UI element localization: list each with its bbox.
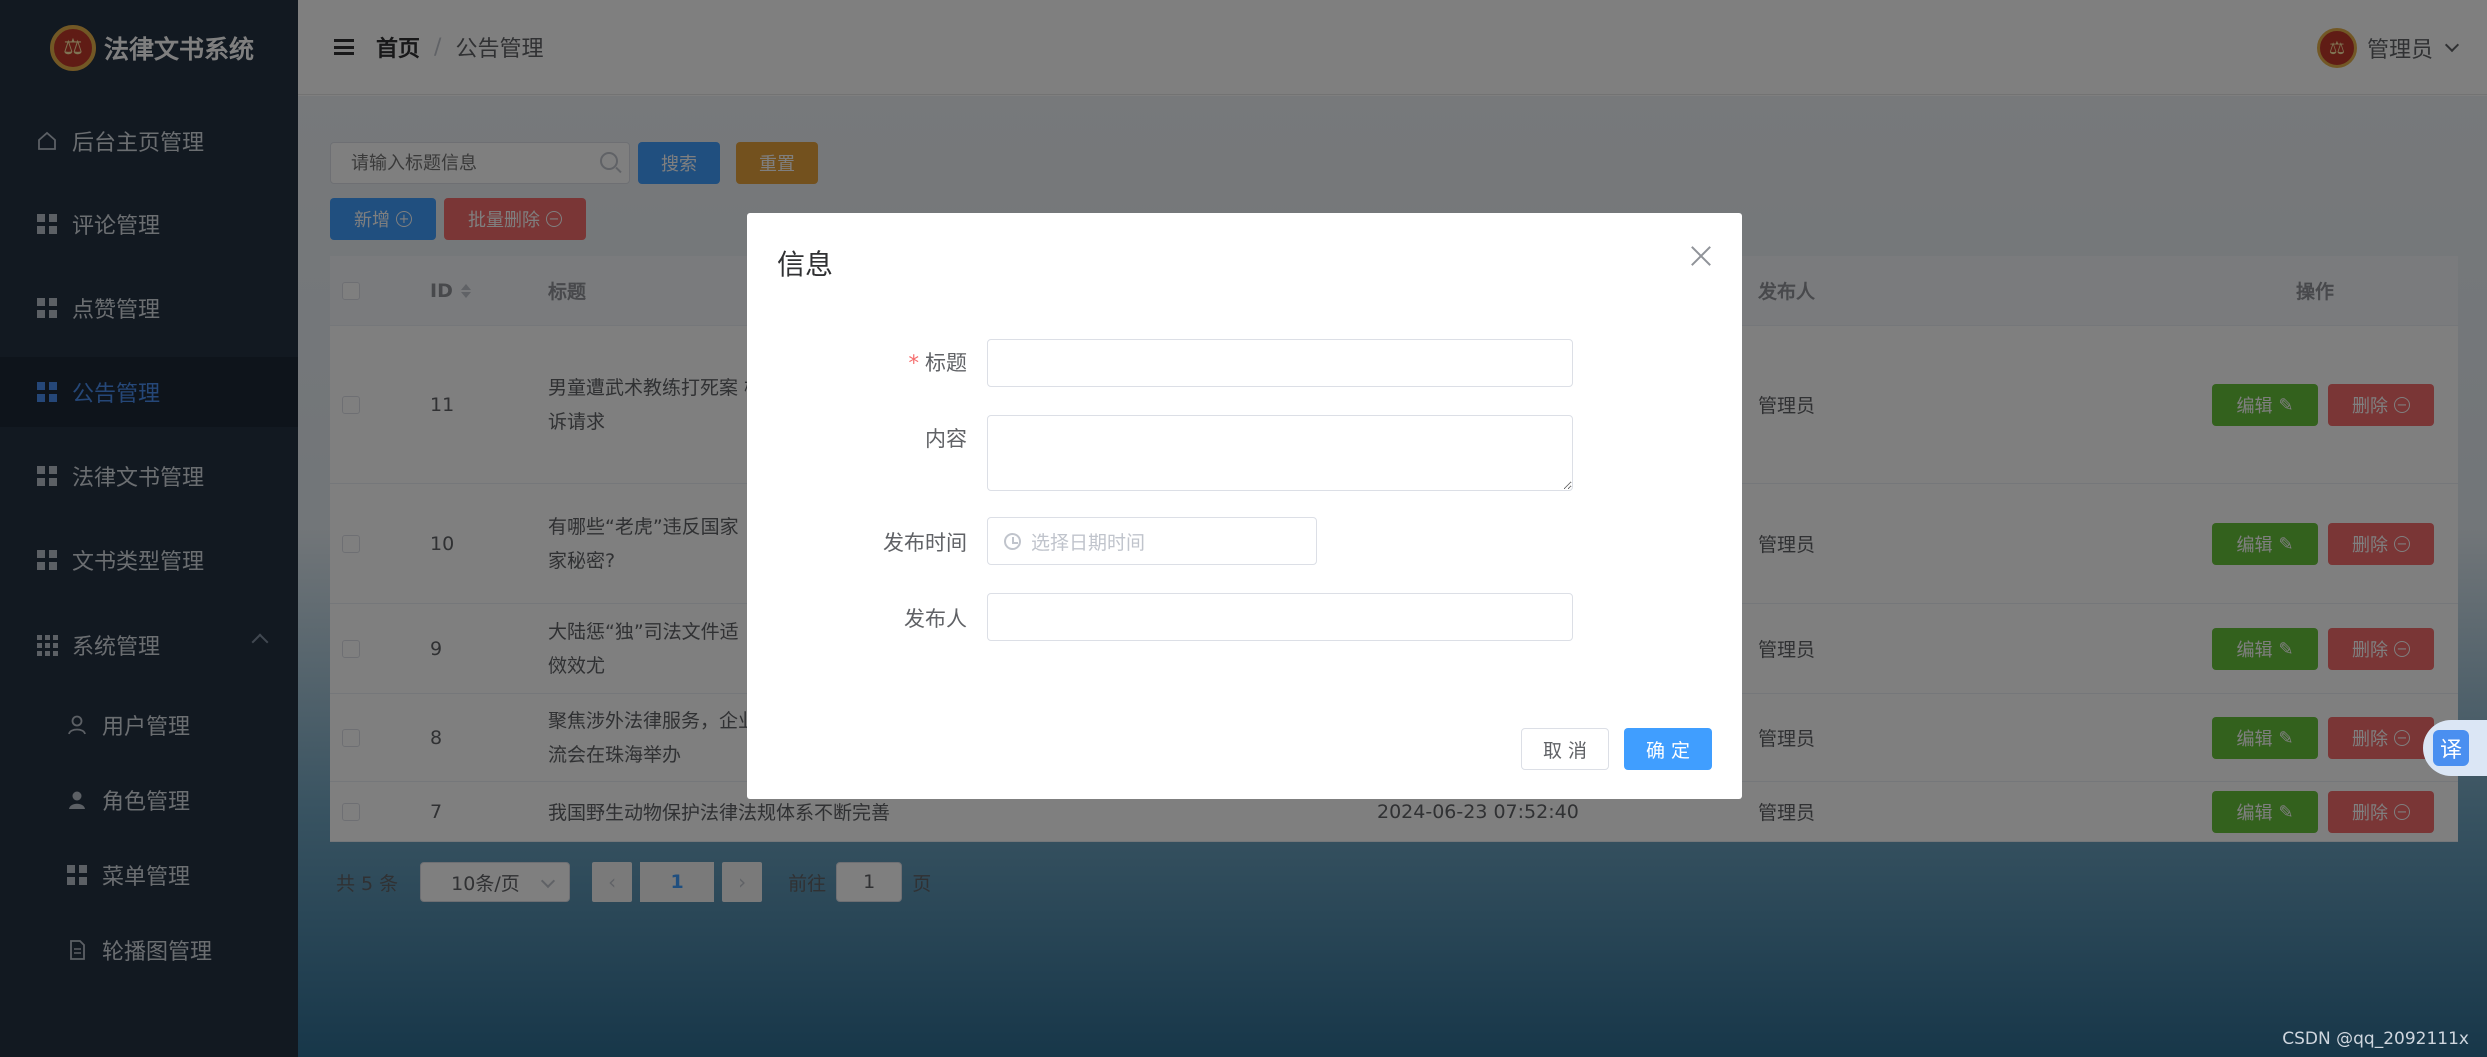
title-input[interactable]: [987, 339, 1573, 387]
publisher-input[interactable]: [987, 593, 1573, 641]
required-mark: *: [908, 351, 920, 375]
date-placeholder: 选择日期时间: [1031, 531, 1146, 554]
content-label: 内容: [925, 427, 967, 451]
publish-time-label: 发布时间: [883, 531, 967, 555]
content-textarea[interactable]: [987, 415, 1573, 491]
dialog-title: 信息: [777, 248, 834, 281]
watermark: CSDN @qq_2092111x: [2282, 1029, 2469, 1049]
publisher-label: 发布人: [904, 607, 967, 631]
confirm-button[interactable]: 确 定: [1624, 728, 1712, 770]
translate-widget[interactable]: 译: [2423, 720, 2487, 776]
clock-icon: [1004, 532, 1021, 550]
publish-time-picker[interactable]: 选择日期时间: [987, 517, 1317, 565]
translate-icon: 译: [2433, 730, 2469, 766]
info-dialog: 信息 * 标题 内容 发布时间 选择日期时间 发布人 取 消 确 定: [747, 213, 1742, 799]
close-icon[interactable]: [1690, 245, 1712, 267]
title-label: * 标题: [908, 351, 968, 375]
cancel-button[interactable]: 取 消: [1521, 728, 1609, 770]
